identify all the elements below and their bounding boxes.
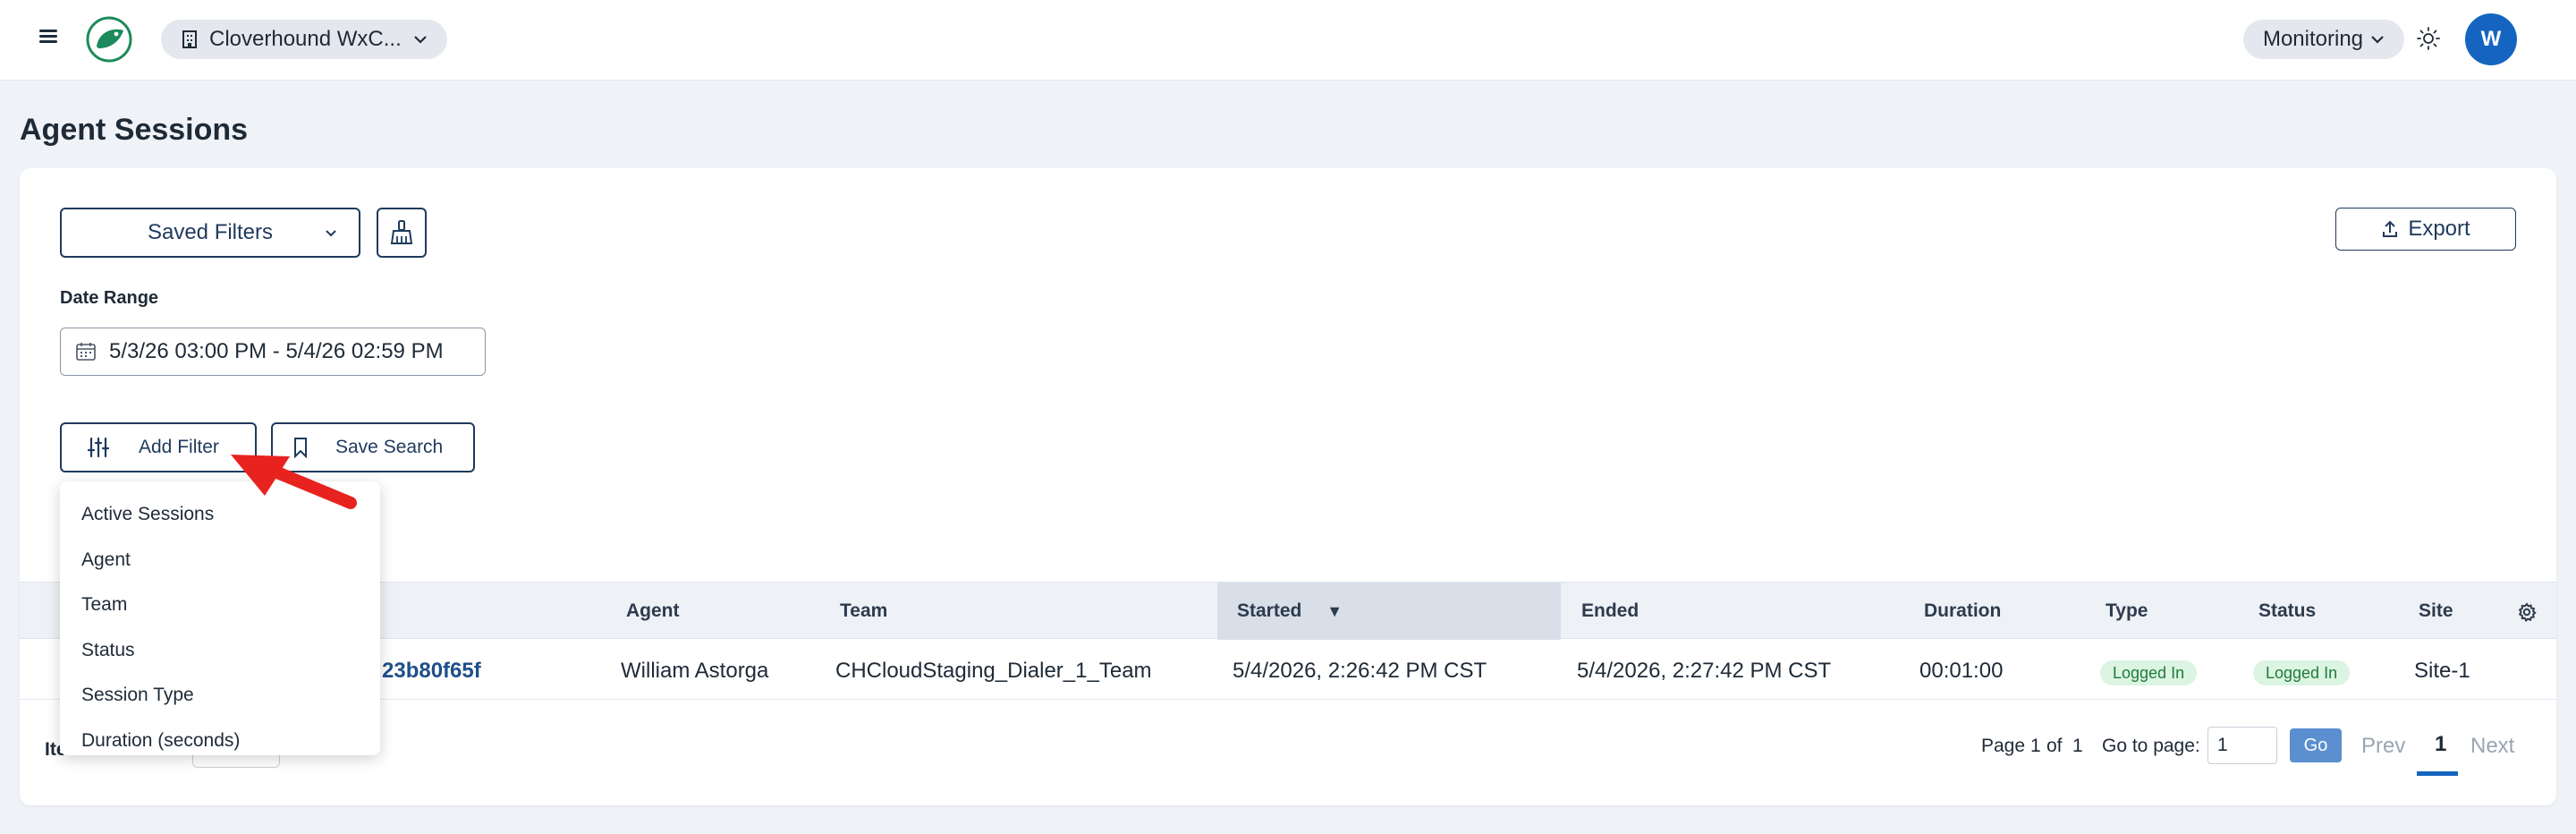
clear-filters-button[interactable] — [377, 208, 427, 258]
page-1-link[interactable]: 1 — [2435, 732, 2446, 757]
top-bar: Cloverhound WxC... Monitoring W — [0, 0, 2576, 81]
user-avatar[interactable]: W — [2465, 13, 2517, 65]
go-button[interactable]: Go — [2290, 728, 2342, 762]
of-label: of — [2046, 736, 2063, 756]
sessions-card: Saved Filters Export Date Range 5/3/26 0… — [20, 168, 2556, 805]
cell-site: Site-1 — [2414, 659, 2470, 683]
cell-team: CHCloudStaging_Dialer_1_Team — [835, 659, 1152, 683]
add-filter-label: Add Filter — [139, 437, 219, 457]
sort-desc-icon: ▼ — [1326, 602, 1343, 620]
column-header-started[interactable]: Started ▼ — [1237, 600, 1343, 622]
filter-option-agent[interactable]: Agent — [60, 538, 380, 583]
page-current: 1 — [2030, 736, 2041, 756]
table-row[interactable]: 23b80f65f William Astorga CHCloudStaging… — [20, 639, 2556, 700]
monitoring-menu[interactable]: Monitoring — [2243, 20, 2404, 59]
chevron-down-icon — [414, 36, 427, 44]
date-range-label: Date Range — [60, 288, 159, 308]
date-range-value: 5/3/26 03:00 PM - 5/4/26 02:59 PM — [109, 339, 444, 363]
date-range-input[interactable]: 5/3/26 03:00 PM - 5/4/26 02:59 PM — [60, 328, 486, 376]
menu-icon[interactable] — [38, 27, 59, 48]
calendar-icon — [76, 343, 96, 361]
monitoring-label: Monitoring — [2262, 27, 2364, 51]
filter-option-team[interactable]: Team — [60, 583, 380, 628]
app-logo[interactable] — [86, 16, 132, 63]
page-label: Page — [1981, 736, 2026, 756]
broom-icon — [390, 220, 413, 244]
upload-icon — [2383, 220, 2398, 237]
page-total: 1 — [2072, 736, 2083, 756]
filter-option-duration[interactable]: Duration (seconds) — [60, 719, 380, 764]
cell-ended: 5/4/2026, 2:27:42 PM CST — [1577, 659, 1832, 683]
org-name: Cloverhound WxC... — [209, 27, 402, 51]
column-header-type[interactable]: Type — [2106, 600, 2148, 622]
export-button[interactable]: Export — [2335, 208, 2516, 251]
add-filter-menu: Active Sessions Agent Team Status Sessio… — [60, 481, 380, 755]
type-badge: Logged In — [2100, 660, 2198, 685]
column-header-ended[interactable]: Ended — [1581, 600, 1639, 622]
saved-filters-dropdown[interactable]: Saved Filters — [60, 208, 360, 258]
current-page-indicator — [2417, 771, 2458, 776]
go-to-page-input[interactable]: 1 — [2207, 727, 2277, 764]
go-to-page-label: Go to page: — [2102, 736, 2200, 756]
filter-option-status[interactable]: Status — [60, 628, 380, 674]
cell-duration: 00:01:00 — [1919, 659, 2004, 683]
cell-started: 5/4/2026, 2:26:42 PM CST — [1233, 659, 1487, 683]
saved-filters-label: Saved Filters — [147, 220, 274, 244]
sliders-icon — [87, 437, 110, 458]
chevron-down-icon — [326, 229, 336, 236]
column-header-status[interactable]: Status — [2258, 600, 2316, 622]
column-header-team[interactable]: Team — [840, 600, 887, 622]
export-label: Export — [2408, 217, 2470, 241]
table-header: Agent Team Started ▼ Ended Duration Type… — [20, 582, 2556, 640]
page-title: Agent Sessions — [20, 113, 249, 147]
prev-page-button[interactable]: Prev — [2361, 734, 2405, 759]
column-header-duration[interactable]: Duration — [1924, 600, 2001, 622]
next-page-button[interactable]: Next — [2470, 734, 2514, 759]
theme-toggle-icon[interactable] — [2415, 25, 2442, 52]
column-header-site[interactable]: Site — [2419, 600, 2453, 622]
chevron-down-icon — [2371, 36, 2384, 44]
cell-agent: William Astorga — [621, 659, 769, 683]
gear-icon[interactable] — [2517, 602, 2537, 622]
org-selector[interactable]: Cloverhound WxC... — [161, 20, 447, 59]
session-id-link[interactable]: 23b80f65f — [382, 659, 481, 684]
filter-option-session-type[interactable]: Session Type — [60, 673, 380, 719]
annotation-arrow — [231, 455, 357, 509]
column-header-agent[interactable]: Agent — [626, 600, 680, 622]
column-header-started-label: Started — [1237, 600, 1302, 621]
status-badge: Logged In — [2253, 660, 2351, 685]
building-icon — [182, 30, 197, 48]
